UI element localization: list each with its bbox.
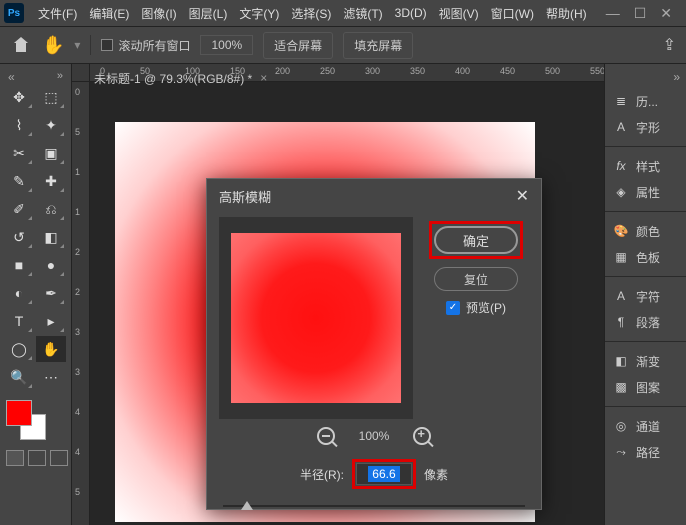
home-icon[interactable] [10,34,32,56]
zoom-in-button[interactable] [413,427,431,445]
share-icon[interactable]: ⇪ [663,35,676,55]
screen-mode-standard[interactable] [6,450,24,466]
menu-select[interactable]: 选择(S) [285,0,337,26]
eraser-tool[interactable]: ◧ [36,224,66,250]
panel-color[interactable]: 🎨颜色 [605,218,686,244]
preview-image [231,233,401,403]
collapse-tools-icon[interactable]: « [8,70,15,84]
slider-thumb-icon[interactable] [241,501,253,510]
panel-gradients[interactable]: ◧渐变 [605,348,686,374]
menu-type[interactable]: 文字(Y) [233,0,285,26]
dialog-title: 高斯模糊 [219,187,271,206]
blur-tool[interactable]: ● [36,252,66,278]
preview-checkbox[interactable]: ✓ 预览(P) [446,299,506,316]
fill-screen-button[interactable]: 填充屏幕 [343,32,413,59]
panel-properties[interactable]: ◈属性 [605,179,686,205]
screen-mode-full[interactable] [28,450,46,466]
quick-select-tool[interactable]: ✦ [36,112,66,138]
document-tab-title: 未标题-1 @ 79.3%(RGB/8#) * [94,70,252,87]
menubar: Ps 文件(F) 编辑(E) 图像(I) 图层(L) 文字(Y) 选择(S) 滤… [0,0,686,26]
clone-tool[interactable]: ⎌ [36,196,66,222]
hand-tool[interactable]: ✋ [36,336,66,362]
right-panels: » ≣历... A字形 fx样式 ◈属性 🎨颜色 ▦色板 A字符 ¶段落 ◧渐变… [604,64,686,525]
panel-patterns[interactable]: ▩图案 [605,374,686,400]
close-tab-icon[interactable]: × [260,71,267,85]
menu-help[interactable]: 帮助(H) [540,0,593,26]
scroll-all-label: 滚动所有窗口 [118,37,190,54]
ok-button[interactable]: 确定 [434,226,518,254]
zoom-input[interactable]: 100% [200,35,253,55]
panel-paragraph[interactable]: ¶段落 [605,309,686,335]
menu-file[interactable]: 文件(F) [32,0,83,26]
menu-view[interactable]: 视图(V) [433,0,485,26]
menu-layer[interactable]: 图层(L) [183,0,234,26]
screen-mode-menu[interactable] [50,450,68,466]
collapse-right-icon[interactable]: » [605,70,686,88]
frame-tool[interactable]: ▣ [36,140,66,166]
shape-tool[interactable]: ◯ [4,336,34,362]
close-button[interactable]: ✕ [660,5,672,22]
fit-screen-button[interactable]: 适合屏幕 [263,32,333,59]
dialog-close-button[interactable]: ✕ [516,186,529,206]
hand-tool-icon[interactable]: ✋ [42,35,64,56]
edit-toolbar[interactable]: ⋯ [36,364,66,390]
panel-paths[interactable]: ⤳路径 [605,439,686,465]
zoom-out-button[interactable] [317,427,335,445]
reset-button[interactable]: 复位 [434,267,518,291]
menu-3d[interactable]: 3D(D) [389,0,433,26]
panel-swatches[interactable]: ▦色板 [605,244,686,270]
document-tab[interactable]: 未标题-1 @ 79.3%(RGB/8#) * × [84,64,277,92]
preview-label: 预览(P) [466,299,506,316]
ok-highlight: 确定 [429,221,523,259]
zoom-controls: 100% [207,427,541,445]
maximize-button[interactable]: ☐ [634,5,647,22]
zoom-percent: 100% [359,429,390,443]
path-select-tool[interactable]: ▸ [36,308,66,334]
menu-image[interactable]: 图像(I) [135,0,182,26]
radius-input[interactable]: 66.6 [356,463,412,485]
menu-edit[interactable]: 编辑(E) [83,0,135,26]
scroll-all-windows-checkbox[interactable]: 滚动所有窗口 [101,37,190,54]
panel-history[interactable]: ≣历... [605,88,686,114]
move-tool[interactable]: ✥ [4,84,34,110]
crop-tool[interactable]: ✂ [4,140,34,166]
foreground-color-swatch[interactable] [6,400,32,426]
gaussian-blur-dialog: 高斯模糊 ✕ 确定 复位 ✓ 预览(P) 100% 半径(R): 66.6 像素 [206,178,542,510]
gradient-tool[interactable]: ■ [4,252,34,278]
history-brush-tool[interactable]: ↺ [4,224,34,250]
dodge-tool[interactable]: ◐ [4,280,34,306]
minimize-button[interactable]: — [606,5,620,22]
radius-row: 半径(R): 66.6 像素 [207,459,541,489]
tools-panel: » ✥ ⬚ ⌇ ✦ ✂ ▣ ✎ ✚ ✐ ⎌ ↺ ◧ ■ ● ◐ ✒ T ▸ ◯ … [0,64,72,525]
panel-channels[interactable]: ◎通道 [605,413,686,439]
dialog-titlebar[interactable]: 高斯模糊 ✕ [207,179,541,213]
radius-label: 半径(R): [300,466,344,483]
brush-tool[interactable]: ✐ [4,196,34,222]
lasso-tool[interactable]: ⌇ [4,112,34,138]
eyedropper-tool[interactable]: ✎ [4,168,34,194]
checkbox-icon [101,39,113,51]
radius-slider[interactable] [223,499,525,513]
options-bar: ✋ ▾ 滚动所有窗口 100% 适合屏幕 填充屏幕 ⇪ [0,26,686,64]
marquee-tool[interactable]: ⬚ [36,84,66,110]
panel-character[interactable]: A字符 [605,283,686,309]
app-logo: Ps [4,3,24,23]
preview-box[interactable] [219,217,413,419]
panel-glyphs[interactable]: A字形 [605,114,686,140]
ruler-vertical[interactable]: 05 11 22 33 44 5 [72,82,90,525]
radius-unit: 像素 [424,466,448,483]
checkbox-checked-icon: ✓ [446,301,460,315]
pen-tool[interactable]: ✒ [36,280,66,306]
zoom-tool[interactable]: 🔍 [4,364,34,390]
menu-window[interactable]: 窗口(W) [485,0,540,26]
healing-tool[interactable]: ✚ [36,168,66,194]
panel-styles[interactable]: fx样式 [605,153,686,179]
type-tool[interactable]: T [4,308,34,334]
menu-filter[interactable]: 滤镜(T) [337,0,388,26]
